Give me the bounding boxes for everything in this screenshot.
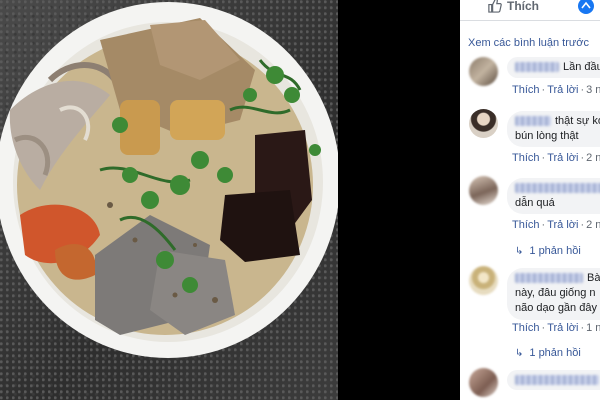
avatar[interactable] [469,176,498,205]
comment-like-link[interactable]: Thích [512,322,540,334]
comment-time[interactable]: 3 n [586,84,600,96]
comment-text: Bài [587,272,600,284]
comment-actions: Thích · Trả lời · 3 n [512,84,600,96]
comment-text-continued: não dạo gần đây [515,302,597,314]
post-action-bar: Thích [460,0,600,21]
view-previous-comments-link[interactable]: Xem các bình luận trước [468,37,589,49]
comments-panel: Thích Xem các bình luận trước Lần đầu Th… [460,0,600,400]
comment-text-continued: này, đâu giống n [515,287,596,299]
commenter-name[interactable] [515,375,599,386]
comment-reply-link[interactable]: Trả lời [547,152,578,164]
avatar[interactable] [469,368,498,397]
like-label: Thích [507,0,539,13]
like-button[interactable]: Thích [487,0,539,13]
commenter-name[interactable] [515,62,559,73]
share-icon[interactable] [577,0,595,15]
comment-text-continued: bún lòng thật [515,130,579,142]
comment-reply-link[interactable]: Trả lời [547,322,578,334]
comment-text: Lần đầu [563,61,600,73]
post-photo[interactable] [0,0,338,400]
comment-like-link[interactable]: Thích [512,84,540,96]
comment-bubble [507,370,600,390]
replies-count: 1 phản hồi [529,245,581,257]
comment-like-link[interactable]: Thích [512,219,540,231]
comment-bubble: Bài này, đâu giống n não dạo gần đây [507,268,600,320]
avatar[interactable] [469,266,498,295]
comment-text: dẫn quá [515,197,555,209]
reply-arrow-icon: ↳ [515,347,524,359]
comment-like-link[interactable]: Thích [512,152,540,164]
comment-reply-link[interactable]: Trả lời [547,219,578,231]
comment-time[interactable]: 2 n [586,152,600,164]
reply-arrow-icon: ↳ [515,245,524,257]
avatar[interactable] [469,57,498,86]
comment-text: thật sự ko [555,115,600,127]
view-replies-link[interactable]: ↳ 1 phản hồi [515,245,581,257]
replies-count: 1 phản hồi [529,347,581,359]
view-replies-link[interactable]: ↳ 1 phản hồi [515,347,581,359]
viewer-backdrop [338,0,460,400]
comment-bubble: thật sự ko bún lòng thật [507,111,600,147]
noodle-soup-bowl-image [0,2,338,358]
comment-time[interactable]: 1 n [586,322,600,334]
commenter-name[interactable] [515,273,583,284]
comment-bubble: dẫn quá [507,178,600,214]
commenter-name[interactable] [515,116,551,127]
comment-reply-link[interactable]: Trả lời [547,84,578,96]
avatar[interactable] [469,109,498,138]
commenter-name[interactable] [515,183,600,194]
comment-actions: Thích · Trả lời · 2 n [512,152,600,164]
comment-bubble: Lần đầu [507,57,600,78]
comment-actions: Thích · Trả lời · 2 n [512,219,600,231]
comment-actions: Thích · Trả lời · 1 n [512,322,600,334]
thumbs-up-icon [488,0,502,13]
comment-time[interactable]: 2 n [586,219,600,231]
